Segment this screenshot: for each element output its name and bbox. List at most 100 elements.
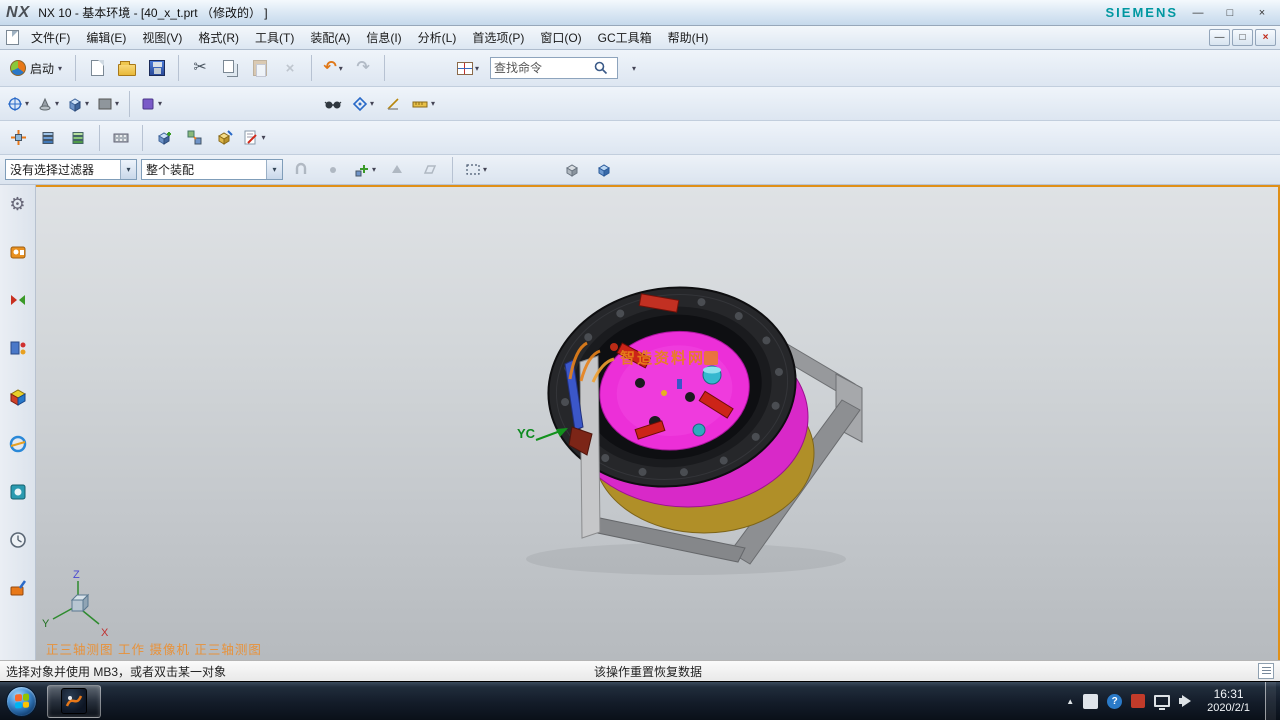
undo-button[interactable]: ↶ ▾ [319, 53, 347, 83]
dropdown-arrow-icon[interactable]: ▾ [475, 64, 479, 73]
history-icon[interactable] [7, 529, 29, 551]
selection-scope-select[interactable]: 整个装配 ▾ [141, 159, 283, 180]
start-orb-button[interactable] [6, 686, 37, 717]
menu-gc-toolbox[interactable]: GC工具箱 [590, 26, 660, 49]
add-component-button[interactable] [150, 123, 178, 153]
window-layout-icon [457, 62, 473, 75]
dropdown-arrow-icon[interactable]: ▾ [483, 165, 487, 174]
toolbar-separator [75, 55, 76, 81]
sequence-button[interactable] [107, 123, 135, 153]
section-view-button[interactable]: ▾ [34, 89, 62, 119]
save-button[interactable] [143, 53, 171, 83]
assembly-constraints-button[interactable] [34, 123, 62, 153]
marquee-select-button[interactable]: ▾ [462, 155, 490, 185]
child-minimize-button[interactable]: — [1209, 29, 1230, 46]
delete-button[interactable]: × [276, 53, 304, 83]
snap-up-button[interactable] [383, 155, 411, 185]
menu-tools[interactable]: 工具(T) [247, 26, 302, 49]
triad-z-label: Z [73, 569, 80, 581]
measure-distance-button[interactable]: ▾ [409, 89, 437, 119]
child-restore-button[interactable]: □ [1232, 29, 1253, 46]
background-button[interactable]: ▾ [94, 89, 122, 119]
close-button[interactable]: × [1250, 4, 1274, 22]
show-desktop-button[interactable] [1265, 682, 1276, 720]
dropdown-arrow-icon[interactable]: ▾ [372, 165, 376, 174]
snap-plane-button[interactable] [415, 155, 443, 185]
internet-explorer-icon[interactable] [7, 433, 29, 455]
dropdown-arrow-icon[interactable]: ▾ [370, 99, 374, 108]
menu-edit[interactable]: 编辑(E) [78, 26, 134, 49]
redo-button[interactable]: ↷ [349, 53, 377, 83]
dropdown-arrow-icon[interactable]: ▾ [632, 64, 636, 73]
menu-analysis[interactable]: 分析(L) [410, 26, 465, 49]
menu-preferences[interactable]: 首选项(P) [464, 26, 532, 49]
show-hide-button[interactable]: ▾ [137, 89, 165, 119]
minimize-button[interactable]: — [1186, 4, 1210, 22]
vector-display-button[interactable]: ▾ [349, 89, 377, 119]
status-note-icon[interactable] [1258, 663, 1274, 679]
menu-information[interactable]: 信息(I) [358, 26, 409, 49]
menu-window[interactable]: 窗口(O) [532, 26, 589, 49]
wave-geometry-button[interactable] [210, 123, 238, 153]
new-file-button[interactable] [83, 53, 111, 83]
help-tray-icon[interactable]: ? [1107, 694, 1122, 709]
snap-point-button[interactable] [287, 155, 315, 185]
dropdown-arrow-icon[interactable]: ▾ [85, 99, 89, 108]
annotation-button[interactable]: ▾ [240, 123, 268, 153]
part-navigator-icon[interactable] [7, 337, 29, 359]
nx-taskbar-button[interactable] [47, 685, 101, 718]
selection-filter-select[interactable]: 没有选择过滤器 ▾ [5, 159, 137, 180]
open-file-button[interactable] [113, 53, 141, 83]
pattern-component-button[interactable] [180, 123, 208, 153]
move-component-button[interactable] [4, 123, 32, 153]
command-finder-box[interactable] [490, 57, 618, 79]
dropdown-arrow-icon[interactable]: ▾ [339, 64, 343, 73]
general-snap-button[interactable]: ▾ [351, 155, 379, 185]
app-tray-icon[interactable] [1131, 694, 1145, 708]
menu-format[interactable]: 格式(R) [190, 26, 247, 49]
web-browser-icon[interactable] [7, 481, 29, 503]
ime-tray-icon[interactable] [1083, 694, 1098, 709]
paste-button[interactable] [246, 53, 274, 83]
hidden-icons-chevron[interactable]: ▲ [1066, 697, 1074, 706]
dropdown-arrow-icon[interactable]: ▾ [25, 99, 29, 108]
highlight-component-button[interactable] [590, 155, 618, 185]
constraint-navigator-icon[interactable] [7, 289, 29, 311]
window-layout-button[interactable]: ▾ [454, 53, 482, 83]
display-tray-icon[interactable] [1154, 695, 1170, 707]
dropdown-arrow-icon[interactable]: ▾ [115, 99, 119, 108]
dropdown-arrow-icon[interactable]: ▾ [261, 133, 265, 142]
taskbar-clock[interactable]: 16:31 2020/2/1 [1207, 687, 1250, 716]
maximize-button[interactable]: □ [1218, 4, 1242, 22]
child-close-button[interactable]: × [1255, 29, 1276, 46]
menu-help[interactable]: 帮助(H) [660, 26, 717, 49]
dropdown-arrow-icon[interactable]: ▾ [431, 99, 435, 108]
assembly-navigator-icon[interactable] [7, 385, 29, 407]
copy-button[interactable] [216, 53, 244, 83]
dropdown-arrow-icon[interactable]: ▾ [120, 160, 136, 179]
snap-endpoint-button[interactable] [319, 155, 347, 185]
dropdown-arrow-icon[interactable]: ▾ [55, 99, 59, 108]
dropdown-arrow-icon[interactable]: ▾ [266, 160, 282, 179]
dropdown-arrow-icon[interactable]: ▾ [58, 64, 62, 73]
volume-tray-icon[interactable] [1179, 695, 1194, 707]
materials-icon[interactable] [7, 577, 29, 599]
finder-options-button[interactable]: ▾ [620, 53, 648, 83]
rendering-style-button[interactable]: ▾ [64, 89, 92, 119]
measure-angle-button[interactable] [379, 89, 407, 119]
cut-button[interactable]: ✂ [186, 53, 214, 83]
dropdown-arrow-icon[interactable]: ▾ [158, 99, 162, 108]
orient-view-button[interactable]: ▾ [4, 89, 32, 119]
roles-gear-icon[interactable]: ⚙ [7, 193, 29, 215]
status-message: 该操作重置恢复数据 [594, 663, 702, 680]
highlight-body-button[interactable] [558, 155, 586, 185]
command-finder-input[interactable] [494, 61, 594, 75]
menu-view[interactable]: 视图(V) [134, 26, 190, 49]
menu-assemblies[interactable]: 装配(A) [302, 26, 358, 49]
role-icon[interactable] [7, 241, 29, 263]
show-constraints-button[interactable] [64, 123, 92, 153]
true-shading-button[interactable] [319, 89, 347, 119]
menu-file[interactable]: 文件(F) [23, 26, 78, 49]
graphics-viewport[interactable]: Z Y X 智造资料网 YC 正三轴测图 工作 摄像机 正三轴测图 [36, 185, 1280, 660]
start-menu-button[interactable]: 启动 ▾ [4, 54, 68, 82]
